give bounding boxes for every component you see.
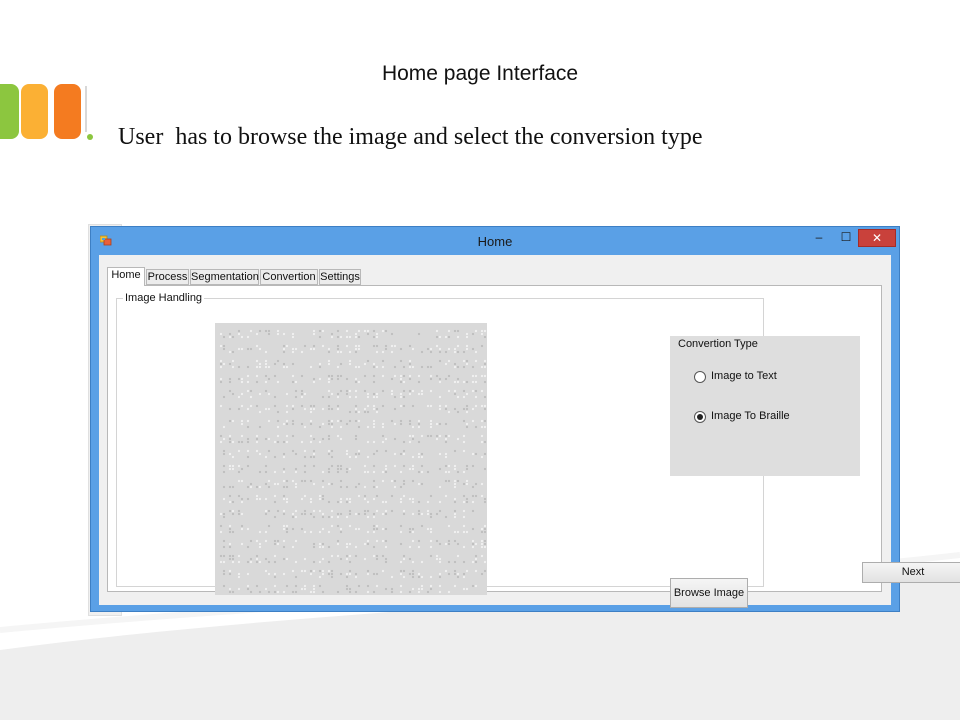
image-to-braille-radio[interactable] <box>694 411 706 423</box>
bullet-text: User has to browse the image and select … <box>118 124 703 150</box>
next-button[interactable]: Next <box>862 562 960 583</box>
home-window: Home – ☐ ✕ Home Process Segmentation Con… <box>90 226 960 612</box>
conversion-type-label: Convertion Type <box>678 338 758 350</box>
image-handling-group: Image Handling <box>116 292 764 595</box>
image-to-braille-label[interactable]: Image To Braille <box>711 410 790 422</box>
image-handling-label: Image Handling <box>123 292 205 304</box>
accent-divider <box>85 86 87 132</box>
braille-image-preview <box>215 323 487 595</box>
tab-segmentation[interactable]: Segmentation <box>190 269 259 285</box>
browse-image-button[interactable]: Browse Image <box>670 578 748 608</box>
conversion-type-panel: Convertion Type Image to Text Image To B… <box>670 336 860 476</box>
maximize-button[interactable]: ☐ <box>836 229 856 247</box>
window-title: Home <box>477 234 513 249</box>
slide-title: Home page Interface <box>381 62 579 85</box>
minimize-button[interactable]: – <box>809 229 829 247</box>
image-to-text-radio[interactable] <box>694 371 706 383</box>
tab-home[interactable]: Home <box>107 267 145 286</box>
image-to-text-label[interactable]: Image to Text <box>711 370 777 382</box>
tab-convertion[interactable]: Convertion <box>260 269 318 285</box>
tab-settings[interactable]: Settings <box>319 269 361 285</box>
accent-bar-orange <box>54 84 81 139</box>
accent-bar-yellow <box>21 84 48 139</box>
tab-process[interactable]: Process <box>146 269 189 285</box>
accent-bar-green <box>0 84 19 139</box>
title-bar[interactable]: Home – ☐ ✕ <box>91 227 899 255</box>
close-button[interactable]: ✕ <box>858 229 896 247</box>
window-client-area: Home Process Segmentation Convertion Set… <box>99 255 960 608</box>
bullet-icon <box>87 134 93 140</box>
home-tab-panel: Image Handling Convertion Type Image to … <box>107 285 882 608</box>
